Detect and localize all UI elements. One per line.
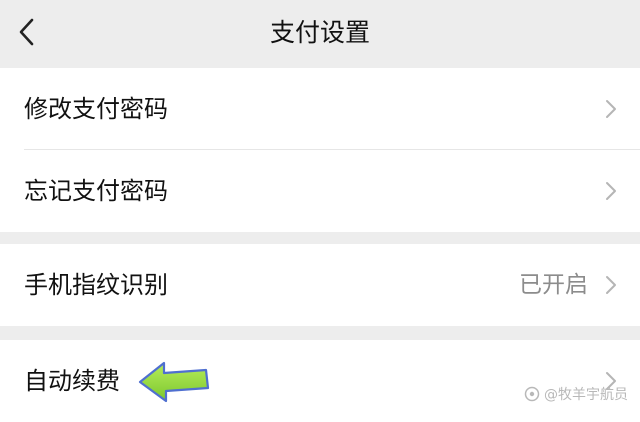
watermark-text: @牧羊宇航员 bbox=[544, 387, 628, 403]
password-section: 修改支付密码 忘记支付密码 bbox=[0, 68, 640, 232]
chevron-right-icon bbox=[604, 98, 618, 120]
fingerprint-row[interactable]: 手机指纹识别 已开启 bbox=[0, 244, 640, 326]
auto-renew-row[interactable]: 自动续费 bbox=[0, 340, 640, 422]
fingerprint-status: 已开启 bbox=[519, 272, 588, 298]
chevron-right-icon bbox=[604, 180, 618, 202]
fingerprint-section: 手机指纹识别 已开启 bbox=[0, 244, 640, 326]
chevron-right-icon bbox=[604, 274, 618, 296]
page-title: 支付设置 bbox=[269, 18, 370, 47]
pointing-arrow-icon bbox=[136, 358, 212, 404]
change-pay-password-label: 修改支付密码 bbox=[24, 95, 168, 123]
change-pay-password-row[interactable]: 修改支付密码 bbox=[0, 68, 640, 150]
fingerprint-label: 手机指纹识别 bbox=[24, 271, 168, 299]
forgot-pay-password-label: 忘记支付密码 bbox=[24, 177, 168, 205]
watermark: @牧羊宇航员 bbox=[524, 384, 628, 404]
forgot-pay-password-row[interactable]: 忘记支付密码 bbox=[0, 150, 640, 232]
auto-renew-section: 自动续费 bbox=[0, 340, 640, 422]
auto-renew-label: 自动续费 bbox=[24, 367, 120, 395]
nav-header: 支付设置 bbox=[0, 0, 640, 66]
watermark-logo-icon bbox=[524, 386, 540, 402]
